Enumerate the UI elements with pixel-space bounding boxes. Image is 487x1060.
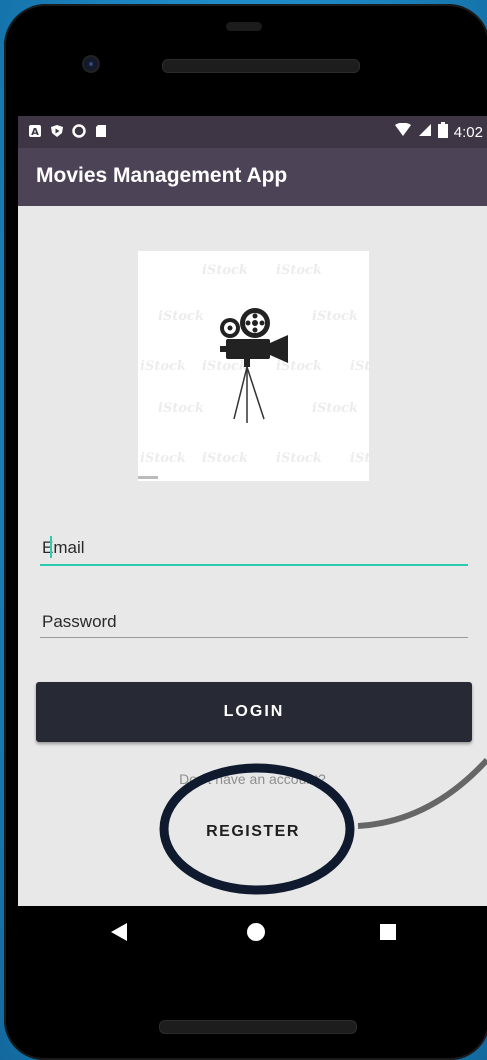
front-camera-icon [84, 57, 98, 71]
sd-card-icon [94, 124, 108, 138]
play-shield-icon [50, 124, 64, 138]
battery-icon [437, 122, 448, 143]
svg-text:A: A [31, 127, 39, 138]
back-triangle-icon[interactable] [110, 922, 128, 942]
app-bar: Movies Management App [18, 148, 487, 206]
app-screen: A 4:02 Movies Management App iStock iSto… [18, 116, 487, 906]
recents-square-icon[interactable] [380, 924, 396, 940]
navigation-bar [18, 906, 487, 958]
wifi-icon [394, 122, 412, 142]
password-field[interactable]: Password [40, 600, 468, 640]
text-cursor [50, 536, 52, 558]
signal-icon [418, 123, 432, 142]
email-placeholder: Email [42, 538, 85, 557]
circle-icon [72, 124, 86, 138]
a-box-icon: A [28, 124, 42, 138]
email-underline [40, 564, 468, 566]
status-bar: A 4:02 [18, 116, 487, 148]
password-placeholder: Password [42, 612, 117, 631]
email-field[interactable]: Email [40, 528, 468, 568]
status-time: 4:02 [453, 124, 483, 141]
password-underline [40, 637, 468, 638]
movie-camera-icon [220, 308, 288, 423]
register-button[interactable]: REGISTER [178, 812, 328, 852]
account-prompt: Don't have an account? [179, 771, 326, 787]
speaker-grille-top [162, 59, 360, 73]
home-circle-icon[interactable] [246, 922, 266, 942]
login-button[interactable]: LOGIN [36, 682, 472, 742]
speaker-grille-bottom [159, 1020, 357, 1034]
app-title: Movies Management App [36, 164, 288, 187]
earpiece [226, 22, 262, 31]
app-logo: iStock iStock iStock iStock iStock iStoc… [138, 251, 369, 481]
